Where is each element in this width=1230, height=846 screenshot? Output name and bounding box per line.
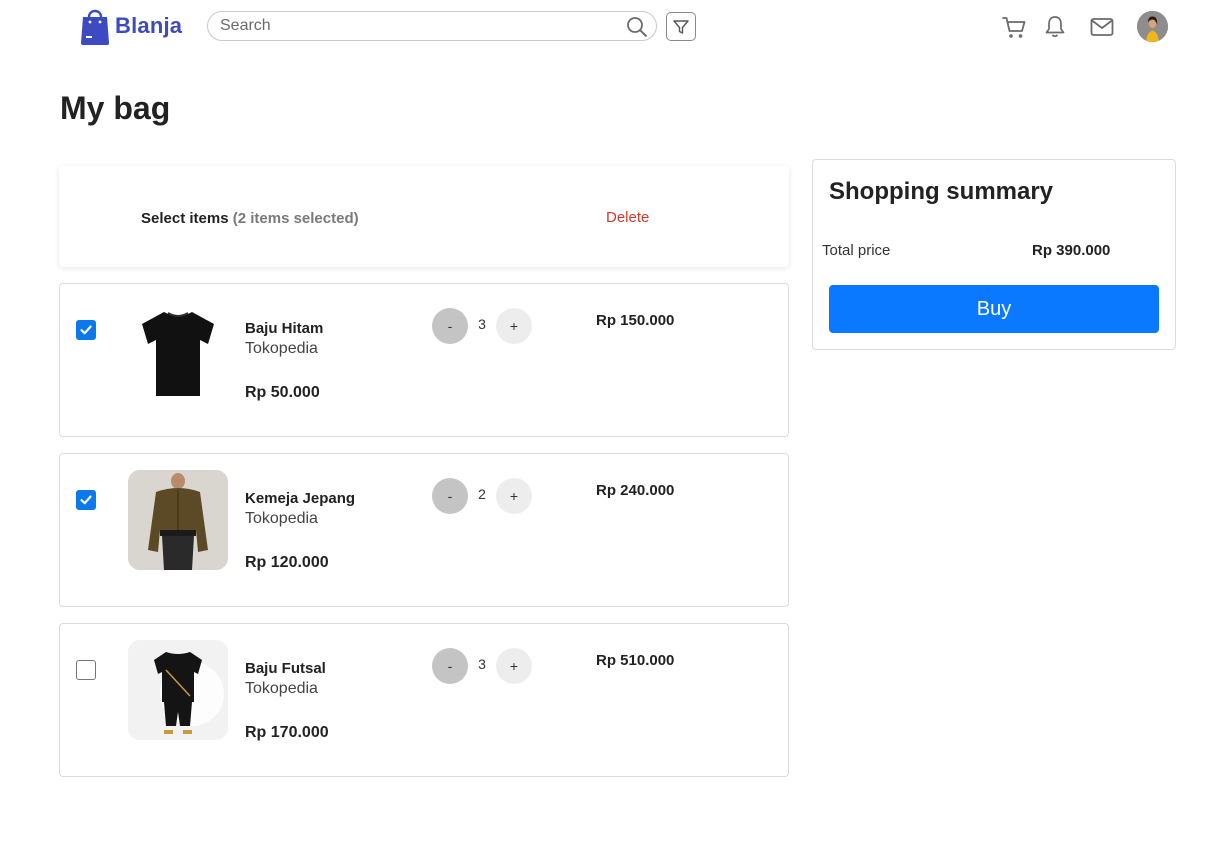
select-items-text: Select items <box>141 210 229 227</box>
item-price: Rp 120.000 <box>245 554 329 571</box>
item-store: Tokopedia <box>245 340 318 357</box>
item-name: Kemeja Jepang <box>245 490 356 507</box>
bell-icon[interactable] <box>1042 14 1068 40</box>
item-store: Tokopedia <box>245 680 318 697</box>
increase-quantity-button[interactable]: + <box>496 308 532 344</box>
brand-logo[interactable]: Blanja <box>80 6 182 46</box>
quantity-value: 2 <box>478 486 486 502</box>
brown-shirt-image <box>128 470 228 570</box>
product-image <box>128 470 228 570</box>
item-checkbox[interactable] <box>76 490 96 510</box>
brand-name: Blanja <box>115 13 183 38</box>
quantity-value: 3 <box>478 316 486 332</box>
select-items-label: Select items (2 items selected) <box>141 210 359 227</box>
search-input[interactable] <box>220 15 615 37</box>
item-subtotal: Rp 510.000 <box>596 652 675 669</box>
increase-quantity-button[interactable]: + <box>496 478 532 514</box>
navbar: Blanja <box>0 0 1230 56</box>
total-price-label: Total price <box>822 242 891 259</box>
item-name: Baju Hitam <box>245 320 324 337</box>
page-title: My bag <box>60 90 171 126</box>
user-avatar[interactable] <box>1137 11 1168 42</box>
product-image <box>128 300 228 400</box>
black-tshirt-image <box>128 300 228 400</box>
total-price-value: Rp 390.000 <box>1032 242 1111 259</box>
decrease-quantity-button[interactable]: - <box>432 648 468 684</box>
mail-icon[interactable] <box>1089 14 1115 40</box>
item-store: Tokopedia <box>245 510 318 527</box>
item-price: Rp 50.000 <box>245 384 320 401</box>
item-checkbox[interactable] <box>76 660 96 680</box>
profile-photo <box>1137 11 1168 42</box>
product-image <box>128 640 228 740</box>
delete-button[interactable]: Delete <box>606 209 649 226</box>
shopping-summary-panel: Shopping summary Total price Rp 390.000 … <box>812 159 1176 350</box>
decrease-quantity-button[interactable]: - <box>432 308 468 344</box>
cart-icon[interactable] <box>1001 14 1027 40</box>
filter-icon <box>673 19 689 34</box>
search-icon[interactable] <box>626 16 648 38</box>
item-checkbox[interactable] <box>76 320 96 340</box>
shopping-bag-icon <box>81 9 109 45</box>
checkmark-icon <box>80 495 92 505</box>
selected-count: (2 items selected) <box>232 210 359 227</box>
decrease-quantity-button[interactable]: - <box>432 478 468 514</box>
futsal-jersey-image <box>128 640 228 740</box>
search-bar <box>207 11 657 41</box>
checkmark-icon <box>80 325 92 335</box>
item-price: Rp 170.000 <box>245 724 329 741</box>
cart-item: Kemeja Jepang Tokopedia Rp 120.000 - 2 +… <box>59 453 789 607</box>
item-name: Baju Futsal <box>245 660 326 677</box>
cart-item: Baju Futsal Tokopedia Rp 170.000 - 3 + R… <box>59 623 789 777</box>
increase-quantity-button[interactable]: + <box>496 648 532 684</box>
item-subtotal: Rp 150.000 <box>596 312 675 329</box>
quantity-value: 3 <box>478 656 486 672</box>
buy-button[interactable]: Buy <box>829 285 1159 333</box>
filter-button[interactable] <box>666 12 696 41</box>
cart-item: Baju Hitam Tokopedia Rp 50.000 - 3 + Rp … <box>59 283 789 437</box>
summary-title: Shopping summary <box>829 178 1054 205</box>
select-items-bar: Select items (2 items selected) Delete <box>59 166 789 267</box>
item-subtotal: Rp 240.000 <box>596 482 675 499</box>
